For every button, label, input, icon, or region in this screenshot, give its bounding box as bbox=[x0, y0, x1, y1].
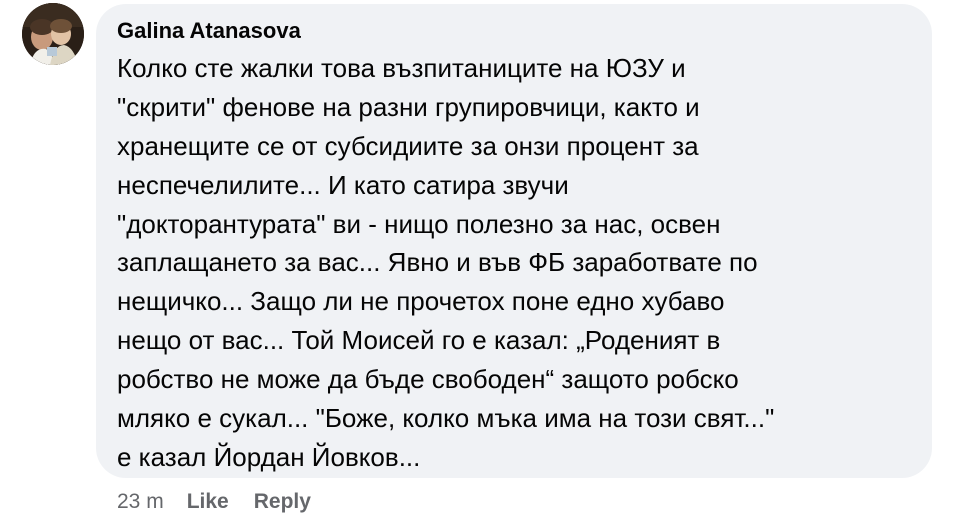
comment-text-line: нещо от вас... Той Моисей го е казал: „Р… bbox=[117, 325, 721, 356]
reply-button[interactable]: Reply bbox=[254, 490, 311, 514]
avatar-photo bbox=[22, 3, 84, 65]
comment-text-line: заплащането за вас... Явно и във ФБ зара… bbox=[117, 247, 758, 278]
comment-text-line: хранещите се от субсидиите за онзи проце… bbox=[117, 130, 699, 161]
comment-text: Колко сте жалки това възпитаниците на ЮЗ… bbox=[117, 49, 917, 477]
comment-actions: 23 m Like Reply bbox=[117, 488, 336, 516]
comment-text-line: "докторантурата" ви - нищо полезно за на… bbox=[117, 208, 721, 239]
comment-text-line: мляко е сукал... "Боже, колко мъка има н… bbox=[117, 403, 775, 434]
comment-author-name[interactable]: Galina Atanasova bbox=[117, 18, 301, 44]
like-button[interactable]: Like bbox=[187, 490, 229, 514]
comment-timestamp[interactable]: 23 m bbox=[117, 490, 164, 514]
comment-text-line: "скрити" фенове на разни групировчици, к… bbox=[117, 91, 700, 122]
comment-text-line: е казал Йордан Йовков... bbox=[117, 441, 421, 472]
comment-text-line: робство не може да бъде свободен“ защото… bbox=[117, 364, 739, 395]
avatar[interactable] bbox=[22, 3, 84, 65]
comment-text-line: Колко сте жалки това възпитаниците на ЮЗ… bbox=[117, 53, 686, 83]
comment: Galina Atanasova Колко сте жалки това въ… bbox=[0, 0, 960, 532]
comment-text-line: нещичко... Защо ли не прочетох поне едно… bbox=[117, 286, 725, 317]
comment-text-line: неспечелилите... И като сатира звучи bbox=[117, 169, 569, 200]
